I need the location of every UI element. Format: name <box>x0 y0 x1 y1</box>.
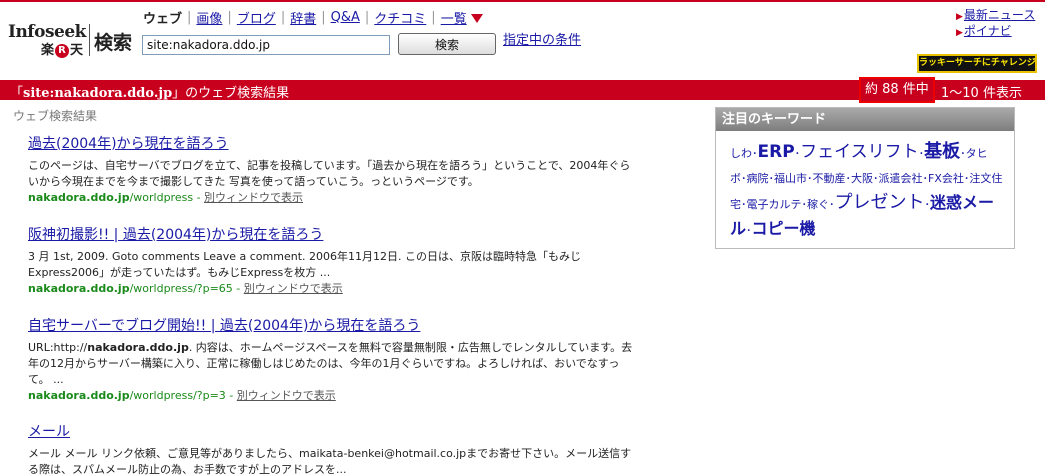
header-right-links: ▶最新ニュース ▶ポイナビ <box>956 8 1035 40</box>
rakuten-right-char: 天 <box>70 43 84 58</box>
result-meta: nakadora.ddo.jp/worldpress - 別ウィンドウで表示 <box>28 190 640 206</box>
result-url-host: nakadora.ddo.jp <box>28 191 130 204</box>
result-snippet: 3 月 1st, 2009. Goto comments Leave a com… <box>28 250 581 279</box>
latest-news-link[interactable]: 最新ニュース <box>964 8 1035 22</box>
keyword-link[interactable]: 派遣会社 <box>879 172 923 185</box>
tab-images[interactable]: 画像 <box>191 8 227 27</box>
result-url-path: /worldpress <box>129 191 194 204</box>
tab-reviews[interactable]: クチコミ <box>369 8 431 27</box>
result-meta-separator: - <box>232 282 244 295</box>
search-category-tabs: ウェブ | 画像 | ブログ | 辞書 | Q&A | クチコミ | 一覧 <box>143 8 488 27</box>
result-snippet: このページは、自宅サーバでブログを立て、記事を投稿しています。「過去から現在を語… <box>28 159 631 188</box>
poinavi-link-row: ▶ポイナビ <box>956 24 1035 40</box>
keyword-link[interactable]: 大阪 <box>851 172 873 185</box>
search-input[interactable] <box>142 35 390 55</box>
search-result: メール メール メール リンク依頼、ご意見等がありましたら、maikata-be… <box>28 421 640 475</box>
trending-keywords-list: しわ･ERP･フェイスリフト･基板･タヒボ･病院･福山市･不動産･大阪･派遣会社… <box>716 131 1014 243</box>
current-conditions-link[interactable]: 指定中の条件 <box>503 29 581 48</box>
snippet-bold: nakadora.ddo.jp <box>87 341 189 354</box>
keyword-link[interactable]: コピー機 <box>752 219 816 238</box>
result-title-link[interactable]: 自宅サーバーでブログ開始!! | 過去(2004年)から現在を語ろう <box>28 315 640 335</box>
logo-divider <box>89 24 90 56</box>
result-meta: nakadora.ddo.jp/worldpress/?p=65 - 別ウィンド… <box>28 281 640 297</box>
result-url-host: nakadora.ddo.jp <box>28 282 130 295</box>
trending-keywords-panel: 注目のキーワード しわ･ERP･フェイスリフト･基板･タヒボ･病院･福山市･不動… <box>715 107 1015 249</box>
poinavi-link[interactable]: ポイナビ <box>964 24 1012 38</box>
result-url: nakadora.ddo.jp/worldpress <box>28 191 193 204</box>
result-title-link[interactable]: 阪神初撮影!! | 過去(2004年)から現在を語ろう <box>28 224 640 244</box>
snippet-prefix: URL:http:// <box>28 341 88 354</box>
result-meta: nakadora.ddo.jp/worldpress/?p=3 - 別ウィンドウ… <box>28 388 640 404</box>
query-open-bracket: 「 <box>10 86 24 101</box>
result-url-path: /worldpress/?p=3 <box>129 389 226 402</box>
top-accent-line <box>0 0 1045 2</box>
keyword-link[interactable]: 不動産 <box>813 172 846 185</box>
result-url: nakadora.ddo.jp/worldpress/?p=65 <box>28 282 233 295</box>
keyword-link[interactable]: しわ <box>730 147 752 160</box>
results-bar: 「site:nakadora.ddo.jp」のウェブ検索結果 約 88 件中 1… <box>0 77 1045 103</box>
infoseek-logo[interactable]: Infoseek 楽R天 検索 <box>8 22 140 60</box>
tab-dictionary[interactable]: 辞書 <box>285 8 321 27</box>
keyword-link[interactable]: 福山市 <box>774 172 807 185</box>
search-button[interactable]: 検索 <box>398 33 496 55</box>
search-result: 過去(2004年)から現在を語ろう このページは、自宅サーバでブログを立て、記事… <box>28 133 640 206</box>
logo-kensaku-text: 検索 <box>94 32 133 54</box>
keyword-link[interactable]: 電子カルテ <box>747 198 802 211</box>
rakuten-r-icon: R <box>55 44 70 58</box>
open-new-window-link[interactable]: 別ウィンドウで表示 <box>237 389 336 402</box>
arrow-right-icon: ▶ <box>956 12 963 22</box>
tab-list-label: 一覧 <box>440 12 467 27</box>
results-heading: 「site:nakadora.ddo.jp」のウェブ検索結果 <box>10 82 289 101</box>
keyword-link[interactable]: フェイスリフト <box>800 142 919 162</box>
dropdown-triangle-icon <box>470 14 483 23</box>
rakuten-mark: 楽R天 <box>41 39 83 58</box>
result-count: 約 88 件中 <box>859 77 935 103</box>
result-meta-separator: - <box>225 389 237 402</box>
search-result: 自宅サーバーでブログ開始!! | 過去(2004年)から現在を語ろう URL:h… <box>28 315 640 404</box>
result-url-path: /worldpress/?p=65 <box>129 282 233 295</box>
news-link-row: ▶最新ニュース <box>956 8 1035 24</box>
arrow-right-icon: ▶ <box>956 28 963 38</box>
query-close-bracket: 」 <box>172 86 186 101</box>
results-heading-suffix: のウェブ検索結果 <box>185 86 290 101</box>
rakuten-left-char: 楽 <box>41 43 55 58</box>
search-result: 阪神初撮影!! | 過去(2004年)から現在を語ろう 3 月 1st, 200… <box>28 224 640 297</box>
tab-web[interactable]: ウェブ <box>143 8 187 27</box>
keyword-link[interactable]: 稼ぐ <box>807 198 829 211</box>
open-new-window-link[interactable]: 別ウィンドウで表示 <box>244 282 343 295</box>
result-title-link[interactable]: メール <box>28 421 640 441</box>
keyword-link[interactable]: 基板 <box>924 141 960 162</box>
result-url-host: nakadora.ddo.jp <box>28 389 130 402</box>
result-snippet: メール メール リンク依頼、ご意見等がありましたら、maikata-benkei… <box>28 447 632 475</box>
result-url: nakadora.ddo.jp/worldpress/?p=3 <box>28 389 226 402</box>
keyword-link[interactable]: ERP <box>758 142 795 162</box>
trending-keywords-title: 注目のキーワード <box>716 108 1014 131</box>
tab-list[interactable]: 一覧 <box>436 8 488 27</box>
tab-qa[interactable]: Q&A <box>326 10 365 25</box>
result-snippet: URL:http://nakadora.ddo.jp. 内容は、ホームページスペ… <box>28 340 640 388</box>
result-title-link[interactable]: 過去(2004年)から現在を語ろう <box>28 133 640 153</box>
lucky-search-button[interactable]: ラッキーサーチにチャレンジ <box>917 54 1037 73</box>
result-meta-separator: - <box>193 191 205 204</box>
open-new-window-link[interactable]: 別ウィンドウで表示 <box>204 191 303 204</box>
query-text: site:nakadora.ddo.jp <box>23 86 173 101</box>
keyword-link[interactable]: プレゼント <box>835 192 925 213</box>
tab-blog[interactable]: ブログ <box>232 8 281 27</box>
keyword-link[interactable]: 病院 <box>747 172 769 185</box>
section-label: ウェブ検索結果 <box>13 109 98 123</box>
keyword-link[interactable]: FX会社 <box>928 172 964 185</box>
result-range: 1〜10 件表示 <box>941 86 1022 101</box>
